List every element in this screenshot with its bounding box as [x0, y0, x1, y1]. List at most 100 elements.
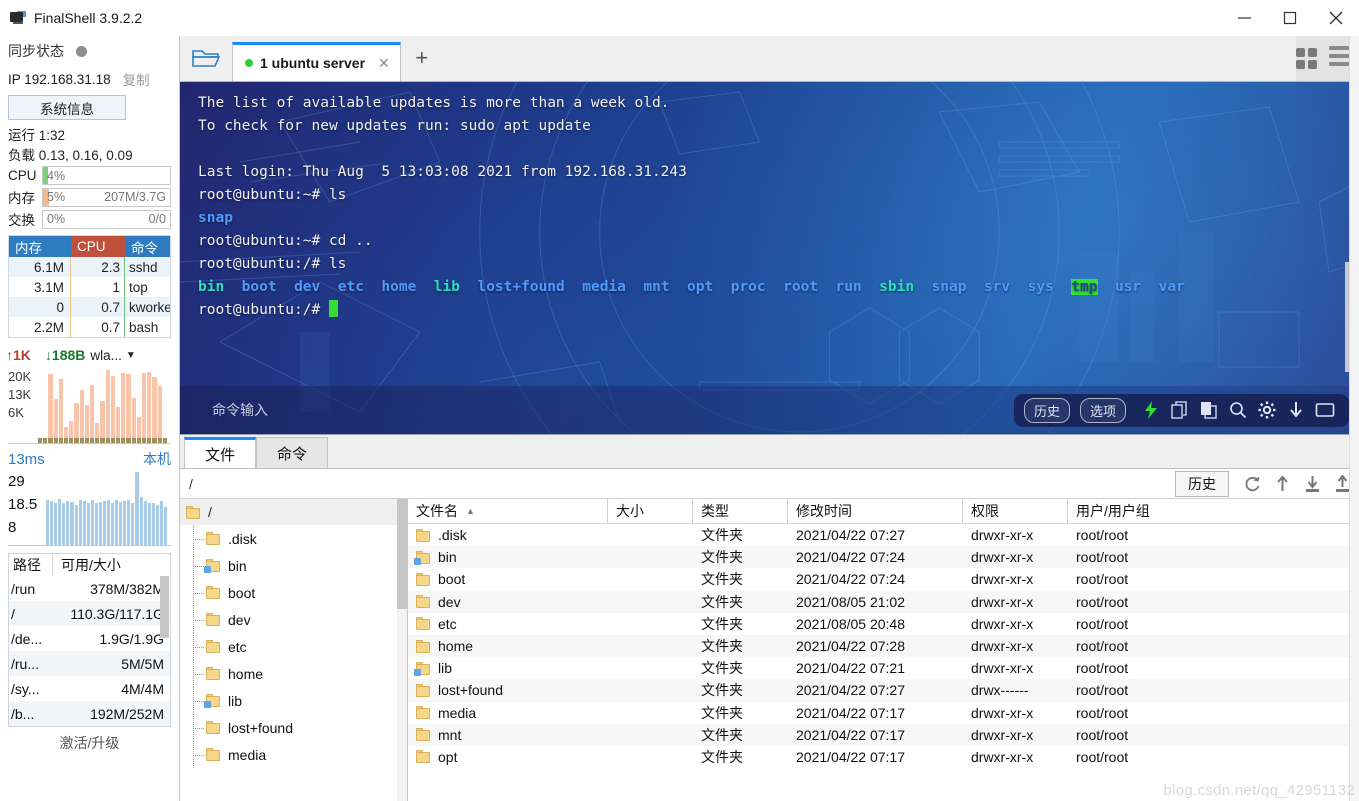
- lightning-icon[interactable]: [1138, 398, 1163, 422]
- table-row[interactable]: bin 文件夹 2021/04/22 07:24 drwxr-xr-x root/roo…: [408, 546, 1359, 569]
- tree-scrollbar-track[interactable]: [397, 499, 407, 801]
- column-header-type[interactable]: 类型: [693, 499, 788, 523]
- terminal-tab-1[interactable]: 1 ubuntu server ✕: [232, 42, 401, 81]
- close-button[interactable]: [1313, 0, 1359, 36]
- copy-ip-button[interactable]: 复制: [123, 69, 150, 89]
- tree-item[interactable]: media: [180, 741, 407, 768]
- tree-root-item[interactable]: /: [180, 499, 407, 525]
- table-row[interactable]: dev 文件夹 2021/08/05 21:02 drwxr-xr-x root/roo…: [408, 590, 1359, 613]
- folder-icon: [416, 639, 430, 653]
- file-time-cell: 2021/04/22 07:17: [796, 704, 905, 721]
- window-icon[interactable]: [1312, 398, 1337, 422]
- table-row[interactable]: opt 文件夹 2021/04/22 07:17 drwxr-xr-x root/roo…: [408, 746, 1359, 768]
- minimize-button[interactable]: [1221, 0, 1267, 36]
- folder-open-icon[interactable]: [180, 35, 232, 81]
- file-list-scrollbar[interactable]: [1349, 0, 1359, 801]
- column-header-size[interactable]: 大小: [608, 499, 693, 523]
- column-header-user[interactable]: 用户/用户组: [1068, 499, 1359, 523]
- process-row[interactable]: 6.1M 2.3 sshd: [9, 257, 170, 277]
- process-header-cmd[interactable]: 命令: [125, 236, 170, 257]
- disk-row[interactable]: / 110.3G/117.1G: [9, 601, 170, 626]
- terminal-ls-entry: dev: [294, 279, 321, 295]
- table-row[interactable]: boot 文件夹 2021/04/22 07:24 drwxr-xr-x root/ro…: [408, 568, 1359, 590]
- tree-item[interactable]: lost+found: [180, 714, 407, 741]
- network-header: ↑1K ↓188B wla... ▼: [0, 344, 179, 366]
- table-row[interactable]: home 文件夹 2021/04/22 07:28 drwxr-xr-x root/ro…: [408, 634, 1359, 658]
- tree-item[interactable]: home: [180, 660, 407, 687]
- command-options-button[interactable]: 选项: [1079, 397, 1126, 423]
- disk-row[interactable]: /de... 1.9G/1.9G: [9, 626, 170, 651]
- maximize-button[interactable]: [1267, 0, 1313, 36]
- file-list-header: 文件名 ▲ 大小 类型 修改时间 权限 用户/用户组: [408, 499, 1359, 524]
- disk-row-size: 4M/4M: [121, 680, 164, 697]
- disk-header-path[interactable]: 路径: [9, 554, 53, 576]
- grid-view-icon[interactable]: [1296, 47, 1317, 69]
- table-row[interactable]: .disk 文件夹 2021/04/22 07:27 drwxr-xr-x root/r…: [408, 524, 1359, 546]
- search-icon[interactable]: [1225, 398, 1250, 422]
- table-row[interactable]: lost+found 文件夹 2021/04/22 07:27 drwx------ r…: [408, 679, 1359, 702]
- process-header-mem[interactable]: 内存: [9, 236, 71, 257]
- column-header-name[interactable]: 文件名 ▲: [408, 499, 608, 523]
- tab-files[interactable]: 文件: [184, 437, 257, 468]
- activate-upgrade-link[interactable]: 激活/升级: [0, 727, 179, 753]
- folder-icon: [206, 667, 220, 680]
- terminal-line-3: Last login: Thu Aug 5 13:03:08 2021 from…: [198, 164, 687, 180]
- file-name-label: dev: [438, 593, 461, 610]
- download-icon[interactable]: [1283, 398, 1308, 422]
- new-tab-button[interactable]: +: [401, 35, 443, 81]
- download-file-icon[interactable]: [1299, 472, 1325, 496]
- command-history-button[interactable]: 历史: [1023, 397, 1070, 423]
- disk-row-size: 192M/252M: [90, 705, 164, 722]
- disk-scrollbar[interactable]: [160, 576, 169, 638]
- process-row[interactable]: 3.1M 1 top: [9, 277, 170, 297]
- terminal-line-1: To check for new updates run: sudo apt u…: [198, 118, 591, 134]
- copy-icon[interactable]: [1167, 398, 1192, 422]
- disk-row-size: 110.3G/117.1G: [70, 605, 164, 622]
- table-row[interactable]: etc 文件夹 2021/08/05 20:48 drwxr-xr-x root/roo…: [408, 613, 1359, 635]
- tree-scrollbar-thumb[interactable]: [397, 499, 407, 609]
- disk-row[interactable]: /b... 192M/252M: [9, 701, 170, 726]
- process-row[interactable]: 2.2M 0.7 bash: [9, 317, 170, 337]
- disk-row-size: 378M/382M: [90, 580, 164, 597]
- sort-ascending-icon: ▲: [466, 506, 475, 516]
- swap-meter-percent: 0%: [47, 212, 66, 226]
- column-header-name-label: 文件名: [416, 503, 458, 519]
- tree-item[interactable]: dev: [180, 606, 407, 633]
- tree-item[interactable]: lib: [180, 687, 407, 714]
- disk-row[interactable]: /sy... 4M/4M: [9, 676, 170, 701]
- path-bar: / 历史: [180, 469, 1359, 499]
- chevron-down-icon[interactable]: ▼: [126, 350, 136, 361]
- refresh-icon[interactable]: [1239, 472, 1265, 496]
- cpu-meter: CPU 4%: [8, 166, 171, 185]
- table-row[interactable]: mnt 文件夹 2021/04/22 07:17 drwxr-xr-x root/roo…: [408, 723, 1359, 746]
- process-row[interactable]: 00.7kworker: [9, 297, 170, 317]
- disk-header-size[interactable]: 可用/大小: [53, 554, 170, 576]
- up-level-icon[interactable]: [1269, 472, 1295, 496]
- tab-close-icon[interactable]: ✕: [378, 55, 390, 72]
- gear-icon[interactable]: [1254, 398, 1279, 422]
- process-header-cpu[interactable]: CPU: [71, 236, 125, 257]
- table-row[interactable]: lib 文件夹 2021/04/22 07:21 drwxr-xr-x root/roo…: [408, 657, 1359, 679]
- terminal-panel[interactable]: The list of available updates is more th…: [180, 82, 1359, 434]
- path-input[interactable]: /: [180, 476, 1175, 492]
- terminal-ls-entry: etc: [337, 279, 364, 295]
- column-header-permissions[interactable]: 权限: [963, 499, 1068, 523]
- tree-item[interactable]: boot: [180, 579, 407, 606]
- command-input[interactable]: 命令输入: [212, 400, 268, 420]
- tree-item[interactable]: .disk: [180, 525, 407, 552]
- tree-item[interactable]: bin: [180, 552, 407, 579]
- disk-row[interactable]: /ru... 5M/5M: [9, 651, 170, 676]
- disk-row-path: /run: [11, 580, 36, 597]
- system-info-button[interactable]: 系统信息: [8, 95, 126, 120]
- folder-icon: [416, 683, 430, 697]
- paste-icon[interactable]: [1196, 398, 1221, 422]
- table-row[interactable]: media 文件夹 2021/04/22 07:17 drwxr-xr-x root/r…: [408, 702, 1359, 724]
- file-history-button[interactable]: 历史: [1175, 470, 1229, 497]
- disk-row[interactable]: /run 378M/382M: [9, 576, 170, 601]
- tree-item[interactable]: etc: [180, 633, 407, 660]
- folder-link-icon: [204, 694, 220, 708]
- tab-commands[interactable]: 命令: [256, 437, 329, 468]
- terminal-ls-entry: proc: [730, 279, 766, 295]
- folder-icon: [206, 532, 220, 545]
- column-header-time[interactable]: 修改时间: [788, 499, 963, 523]
